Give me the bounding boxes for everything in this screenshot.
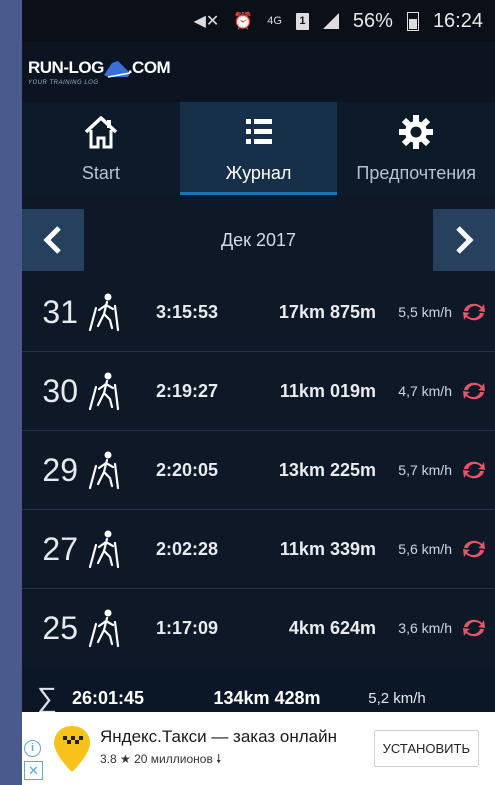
nordic-walking-icon bbox=[88, 609, 120, 648]
entry-speed: 4,7 km/h bbox=[398, 383, 452, 399]
ad-close-icon[interactable]: ✕ bbox=[24, 761, 43, 780]
ad-title: Яндекс.Такси — заказ онлайн bbox=[100, 727, 337, 746]
ad-rating: 3.8 bbox=[100, 752, 117, 766]
taxi-app-icon bbox=[54, 725, 90, 772]
journal-entry[interactable]: 30 2:19:27 11km 019m 4,7 km/h bbox=[22, 352, 495, 431]
journal-entry[interactable]: 25 1:17:09 4km 624m 3,6 km/h bbox=[22, 589, 495, 667]
entry-day: 27 bbox=[42, 530, 78, 567]
entry-speed: 5,6 km/h bbox=[398, 541, 452, 557]
clock: 16:24 bbox=[432, 9, 483, 32]
month-navigator: Дек 2017 bbox=[22, 209, 495, 271]
entry-time: 2:20:05 bbox=[156, 459, 219, 480]
chevron-left-icon bbox=[43, 226, 61, 254]
total-distance: 134km 428m bbox=[213, 687, 321, 708]
sum-icon: ∑ bbox=[37, 682, 57, 713]
battery-percent: 56% bbox=[352, 9, 393, 32]
status-bar: ◀✕ ⏰ 4G 1 56% 16:24 bbox=[22, 0, 495, 42]
entry-day: 29 bbox=[42, 451, 78, 488]
install-button[interactable]: УСТАНОВИТЬ bbox=[373, 730, 479, 767]
ad-controls: i ✕ bbox=[22, 712, 52, 785]
battery-icon bbox=[406, 11, 419, 31]
month-label: Дек 2017 bbox=[220, 229, 297, 250]
entry-day: 30 bbox=[42, 372, 78, 409]
network-type: 4G bbox=[267, 14, 282, 27]
gear-icon bbox=[399, 115, 434, 149]
journal-entry[interactable]: 31 3:15:53 17km 875m 5,5 km/h bbox=[22, 273, 495, 352]
entry-distance: 4km 624m bbox=[288, 617, 376, 638]
tab-bar: Start Журнал Предпочтения bbox=[22, 102, 495, 195]
entry-distance: 13km 225m bbox=[278, 459, 376, 480]
entry-time: 1:17:09 bbox=[156, 617, 219, 638]
ad-meta: 3.8 ★ 20 миллионов 🠗 bbox=[100, 750, 374, 771]
entry-time: 2:02:28 bbox=[156, 538, 219, 559]
ad-banner[interactable]: i ✕ Яндекс.Такси — заказ онлайн 3.8 ★ 20… bbox=[22, 712, 495, 785]
nordic-walking-icon bbox=[88, 293, 120, 332]
entry-distance: 11km 019m bbox=[279, 380, 376, 401]
entry-time: 2:19:27 bbox=[156, 380, 219, 401]
app-header: RUN-LOG .COM YOUR TRAINING LOG bbox=[22, 42, 495, 102]
sync-icon[interactable] bbox=[460, 380, 488, 402]
tab-start[interactable]: Start bbox=[22, 102, 180, 195]
nordic-walking-icon bbox=[88, 530, 120, 569]
app-screen: ◀✕ ⏰ 4G 1 56% 16:24 RUN-LOG .COM YOUR TRA… bbox=[22, 0, 495, 785]
tab-label: Предпочтения bbox=[356, 163, 476, 183]
journal-list: 31 3:15:53 17km 875m 5,5 km/h 30 2:19:27… bbox=[22, 273, 495, 667]
tab-label: Start bbox=[81, 163, 120, 183]
nordic-walking-icon bbox=[88, 451, 120, 490]
next-month-button[interactable] bbox=[433, 209, 495, 271]
list-icon bbox=[245, 119, 272, 144]
ad-info-icon[interactable]: i bbox=[24, 740, 41, 757]
entry-speed: 3,6 km/h bbox=[398, 620, 452, 636]
logo-text-left: RUN-LOG bbox=[28, 58, 104, 78]
alarm-icon: ⏰ bbox=[233, 13, 254, 30]
average-speed: 5,2 km/h bbox=[368, 689, 426, 707]
tab-label: Журнал bbox=[225, 163, 292, 183]
entry-speed: 5,7 km/h bbox=[398, 462, 452, 478]
entry-day: 31 bbox=[42, 293, 78, 330]
sync-icon[interactable] bbox=[460, 538, 488, 560]
entry-distance: 11km 339m bbox=[279, 538, 376, 559]
entry-day: 25 bbox=[42, 609, 78, 646]
sim-indicator: 1 bbox=[295, 12, 309, 30]
signal-icon bbox=[322, 13, 339, 29]
total-time: 26:01:45 bbox=[72, 687, 145, 708]
mute-icon: ◀✕ bbox=[193, 13, 220, 30]
tab-journal[interactable]: Журнал bbox=[179, 102, 338, 195]
journal-entry[interactable]: 27 2:02:28 11km 339m 5,6 km/h bbox=[22, 510, 495, 589]
tab-preferences[interactable]: Предпочтения bbox=[337, 102, 495, 195]
sync-icon[interactable] bbox=[460, 301, 488, 323]
ad-installs: 20 миллионов bbox=[134, 752, 213, 766]
journal-entry[interactable]: 29 2:20:05 13km 225m 5,7 km/h bbox=[22, 431, 495, 510]
sync-icon[interactable] bbox=[460, 459, 488, 481]
logo-tagline: YOUR TRAINING LOG bbox=[28, 79, 99, 86]
entry-speed: 5,5 km/h bbox=[398, 304, 452, 320]
home-icon bbox=[84, 116, 118, 149]
nordic-walking-icon bbox=[88, 372, 120, 411]
logo-text-right: .COM bbox=[127, 58, 171, 78]
previous-month-button[interactable] bbox=[22, 209, 84, 271]
entry-time: 3:15:53 bbox=[156, 301, 219, 322]
entry-distance: 17km 875m bbox=[278, 301, 376, 322]
star-icon: ★ bbox=[120, 752, 135, 766]
app-logo: RUN-LOG .COM YOUR TRAINING LOG bbox=[28, 58, 171, 86]
download-icon: 🠗 bbox=[216, 752, 222, 766]
ad-text: Яндекс.Такси — заказ онлайн 3.8 ★ 20 мил… bbox=[100, 726, 374, 771]
chevron-right-icon bbox=[456, 226, 474, 254]
sync-icon[interactable] bbox=[460, 617, 488, 639]
